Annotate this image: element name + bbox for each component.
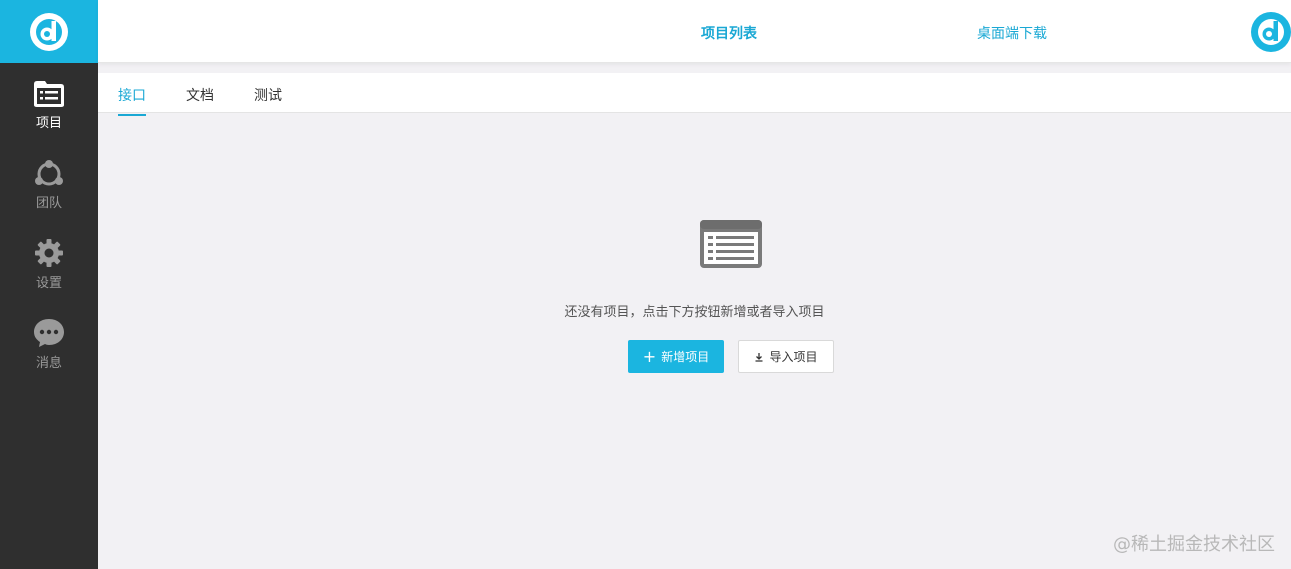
add-project-label: 新增项目: [661, 350, 710, 364]
app-logo-icon: [30, 12, 68, 51]
tab-test[interactable]: 测试: [254, 85, 282, 114]
sidebar-item-messages[interactable]: 消息: [0, 318, 98, 371]
avatar[interactable]: [1251, 12, 1291, 52]
sidebar-item-label: 项目: [35, 116, 62, 131]
chat-bubble-icon: [34, 319, 64, 347]
gear-icon: [35, 239, 63, 267]
sidebar-item-label: 设置: [35, 276, 62, 291]
sidebar: 项目 团队 设置 消息: [0, 0, 98, 569]
import-project-label: 导入项目: [769, 350, 818, 364]
watermark: @稀土掘金技术社区: [1113, 534, 1275, 555]
add-project-button[interactable]: + 新增项目: [628, 340, 724, 373]
import-project-button[interactable]: 导入项目: [738, 340, 834, 373]
tab-api[interactable]: 接口: [118, 85, 146, 116]
team-icon: [35, 160, 63, 186]
folder-list-icon: [34, 81, 64, 107]
plus-icon: +: [642, 346, 657, 366]
empty-list-icon: [700, 220, 762, 268]
sidebar-item-team[interactable]: 团队: [0, 160, 98, 211]
top-bar: 项目列表 桌面端下载: [98, 0, 1291, 63]
project-list-link[interactable]: 项目列表: [701, 23, 757, 43]
tab-bar: 接口 文档 测试: [98, 73, 1291, 116]
sidebar-item-settings[interactable]: 设置: [0, 238, 98, 291]
download-icon: [755, 352, 763, 362]
sidebar-item-projects[interactable]: 项目: [0, 80, 98, 131]
sidebar-item-label: 消息: [35, 356, 62, 371]
tab-docs[interactable]: 文档: [186, 85, 214, 114]
empty-state-message: 还没有项目，点击下方按钮新增或者导入项目: [564, 305, 825, 320]
app-logo[interactable]: [0, 0, 98, 63]
sidebar-item-label: 团队: [35, 196, 62, 211]
desktop-download-link[interactable]: 桌面端下载: [977, 23, 1047, 43]
